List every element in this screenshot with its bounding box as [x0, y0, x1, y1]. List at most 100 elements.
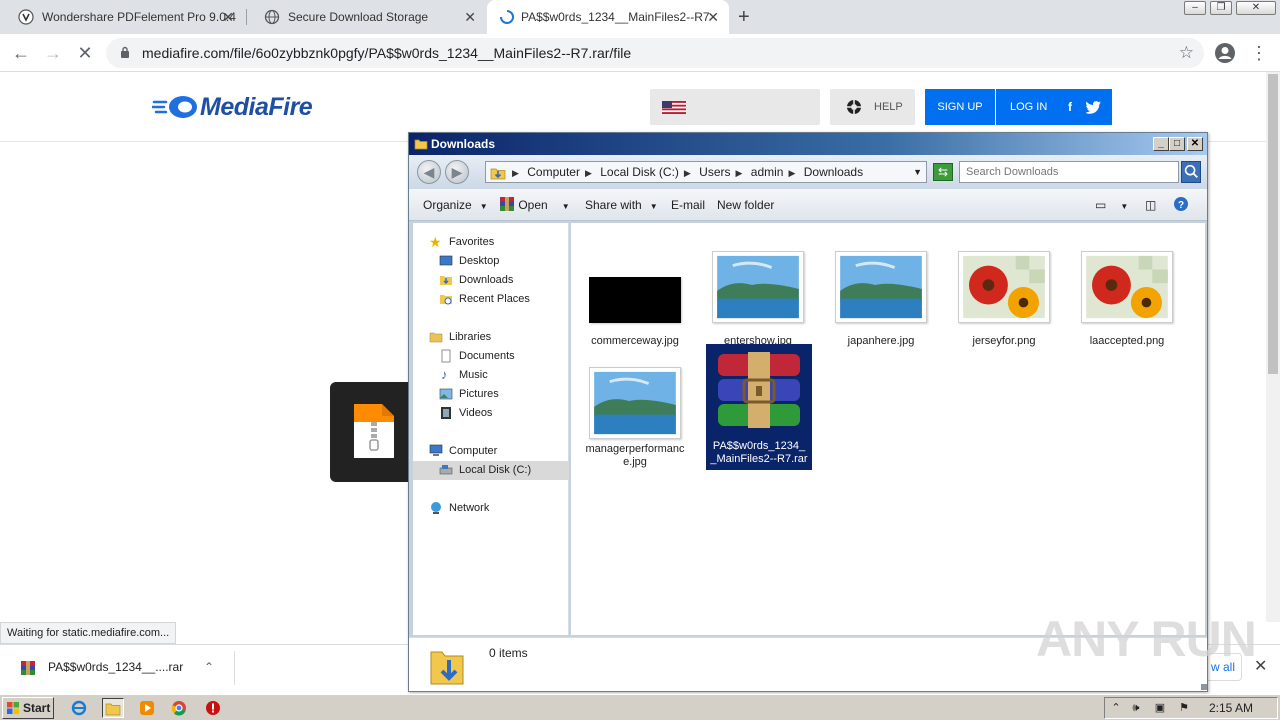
landscape-image-thumbnail	[835, 251, 927, 323]
nav-videos[interactable]: Videos	[413, 404, 569, 423]
explorer-titlebar[interactable]: Downloads _ □ ✕	[409, 133, 1207, 155]
file-name: laaccepted.png	[1089, 335, 1165, 347]
breadcrumb-item[interactable]: Downloads	[804, 165, 863, 179]
computer-icon	[429, 444, 443, 456]
nav-label: Favorites	[449, 236, 495, 248]
tab-close-icon[interactable]: ✕	[222, 0, 234, 34]
volume-icon[interactable]: 🕪	[1129, 701, 1143, 715]
explorer-taskbar-icon[interactable]	[102, 698, 124, 718]
start-button[interactable]: Start	[2, 697, 54, 719]
nav-label: Pictures	[459, 388, 499, 400]
nav-music[interactable]: ♪ Music	[413, 366, 569, 385]
explorer-address-bar[interactable]: ▶ Computer ▶ Local Disk (C:) ▶ Users ▶ admi…	[485, 161, 927, 183]
download-item-name[interactable]: PA$$w0rds_1234__....rar	[48, 645, 183, 689]
email-button[interactable]: E-mail	[671, 189, 705, 221]
view-options-icon[interactable]: ▭ ▼	[1095, 189, 1128, 223]
bookmark-star-icon[interactable]: ☆	[1179, 38, 1194, 68]
file-item-selected[interactable]: PA$$w0rds_1234__MainFiles2--R7.rar	[706, 344, 812, 470]
profile-avatar-icon[interactable]	[1214, 42, 1236, 64]
nav-desktop[interactable]: Desktop	[413, 252, 569, 271]
zip-file-icon	[354, 404, 394, 458]
language-selector[interactable]	[650, 89, 820, 125]
nav-recent-places[interactable]: Recent Places	[413, 290, 569, 309]
windows-logo-icon	[7, 702, 19, 714]
nav-downloads[interactable]: Downloads	[413, 271, 569, 290]
breadcrumb-item[interactable]: Local Disk (C:)	[600, 165, 679, 179]
window-resize-grip[interactable]	[1201, 684, 1207, 690]
breadcrumb-item[interactable]: Computer	[527, 165, 580, 179]
tab-pdfelement[interactable]: Wondershare PDFelement Pro 9.0.4 ✕	[0, 0, 244, 34]
explorer-title: Downloads	[431, 137, 496, 151]
file-item[interactable]: japanhere.jpg	[829, 247, 933, 347]
refresh-icon[interactable]: ⇆	[933, 163, 953, 181]
search-icon[interactable]	[1181, 161, 1201, 183]
log-in-button[interactable]: LOG IN f	[996, 89, 1112, 125]
nav-computer[interactable]: Computer	[413, 442, 569, 461]
file-item[interactable]: commerceway.jpg	[583, 247, 687, 347]
help-button[interactable]: HELP	[830, 89, 915, 125]
chrome-icon[interactable]	[168, 698, 190, 718]
close-window-button[interactable]: ✕	[1236, 1, 1276, 15]
chevron-up-icon[interactable]: ⌃	[204, 645, 214, 689]
page-scroll-thumb[interactable]	[1268, 74, 1278, 374]
media-player-icon[interactable]	[136, 698, 158, 718]
organize-label: Organize	[423, 198, 472, 212]
landscape-image-thumbnail	[712, 251, 804, 323]
help-icon[interactable]: ?	[1173, 189, 1189, 221]
breadcrumb-item[interactable]: Users	[699, 165, 730, 179]
nav-pictures[interactable]: Pictures	[413, 385, 569, 404]
explorer-minimize-button[interactable]: _	[1153, 137, 1169, 151]
nav-label: Downloads	[459, 274, 514, 286]
twitter-icon[interactable]	[1086, 99, 1102, 115]
nav-local-disk[interactable]: Local Disk (C:)	[413, 461, 569, 480]
address-bar[interactable]: mediafire.com/file/6o0zybbznk0pgfy/PA$$w…	[106, 38, 1204, 68]
maximize-window-button[interactable]: ❐	[1210, 1, 1232, 15]
minimize-window-button[interactable]: –	[1184, 1, 1206, 15]
page-scrollbar[interactable]	[1266, 72, 1280, 622]
file-item[interactable]: managerperformance.jpg	[583, 365, 687, 475]
nav-favorites[interactable]: ★ Favorites	[413, 233, 569, 252]
tab-secure-download[interactable]: Secure Download Storage ✕	[246, 0, 486, 34]
stop-loading-icon[interactable]: ✕	[72, 40, 98, 66]
network-tray-icon[interactable]: ▣	[1153, 701, 1167, 715]
preview-pane-icon[interactable]: ◫	[1145, 189, 1156, 221]
new-tab-button[interactable]: +	[738, 0, 750, 34]
organize-menu[interactable]: Organize ▼	[423, 189, 488, 223]
explorer-search-input[interactable]	[959, 161, 1179, 183]
internet-explorer-icon[interactable]	[68, 698, 90, 718]
action-center-flag-icon[interactable]: ⚑	[1177, 701, 1191, 715]
nav-network[interactable]: Network	[413, 499, 569, 518]
explorer-maximize-button[interactable]: □	[1169, 137, 1185, 151]
documents-icon	[441, 349, 451, 363]
explorer-address-row: ◀ ▶ ▶ Computer ▶ Local Disk (C:) ▶ Users ▶ …	[409, 155, 1207, 189]
nav-label: Computer	[449, 445, 498, 457]
back-arrow-icon[interactable]: ←	[8, 40, 34, 66]
address-dropdown-icon[interactable]: ▼	[913, 162, 922, 182]
explorer-close-button[interactable]: ✕	[1187, 137, 1203, 151]
tab-title: Secure Download Storage	[288, 10, 429, 24]
us-flag-icon	[662, 101, 686, 114]
breadcrumb-item[interactable]: admin	[751, 165, 784, 179]
forward-arrow-icon[interactable]: →	[40, 40, 66, 66]
file-name: jerseyfor.png	[972, 335, 1036, 347]
tab-mediafire-active[interactable]: PA$$w0rds_1234__MainFiles2--R7 ✕	[487, 0, 729, 34]
sign-up-button[interactable]: SIGN UP	[925, 89, 995, 125]
file-item[interactable]: laaccepted.png	[1075, 247, 1179, 347]
share-with-menu[interactable]: Share with ▼	[585, 189, 658, 223]
tab-close-icon[interactable]: ✕	[464, 0, 476, 34]
nav-label: Music	[459, 369, 488, 381]
nav-documents[interactable]: Documents	[413, 347, 569, 366]
tab-close-icon[interactable]: ✕	[707, 0, 719, 34]
open-menu[interactable]: Open ▼	[499, 189, 570, 223]
new-folder-button[interactable]: New folder	[717, 189, 774, 221]
explorer-forward-icon[interactable]: ▶	[445, 160, 469, 184]
file-item[interactable]: jerseyfor.png	[952, 247, 1056, 347]
facebook-icon[interactable]: f	[1062, 99, 1078, 115]
browser-menu-icon[interactable]: ⋮	[1250, 38, 1268, 68]
nav-libraries[interactable]: Libraries	[413, 328, 569, 347]
file-item[interactable]: entershow.jpg	[706, 247, 810, 347]
stop-sign-icon[interactable]	[202, 698, 224, 718]
close-shelf-icon[interactable]: ✕	[1254, 645, 1267, 689]
explorer-back-icon[interactable]: ◀	[417, 160, 441, 184]
show-hidden-icons-icon[interactable]: ⌃	[1109, 701, 1123, 715]
